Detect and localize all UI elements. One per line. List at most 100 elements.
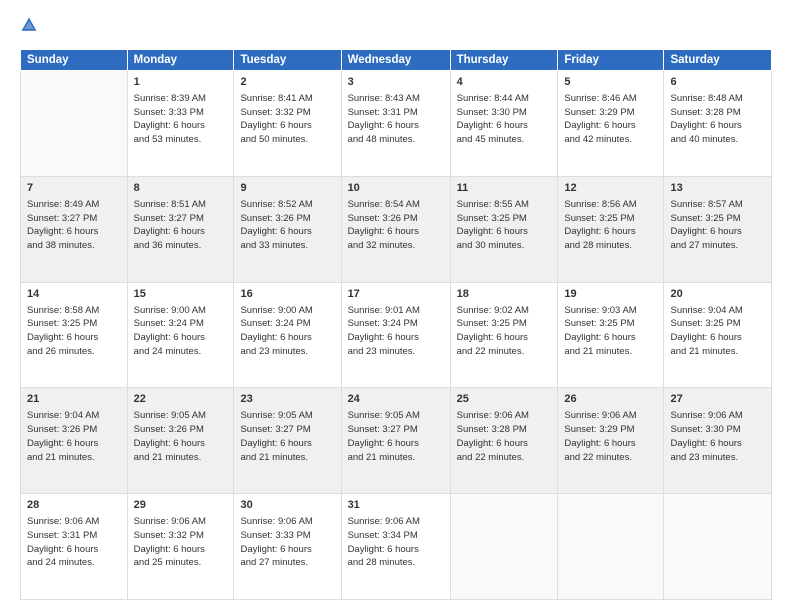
day-info-line: Sunrise: 8:51 AM — [134, 198, 228, 212]
day-info-line: Sunrise: 9:05 AM — [348, 409, 444, 423]
calendar-cell: 28Sunrise: 9:06 AMSunset: 3:31 PMDayligh… — [21, 494, 128, 600]
calendar-cell: 26Sunrise: 9:06 AMSunset: 3:29 PMDayligh… — [558, 388, 664, 494]
calendar-cell: 20Sunrise: 9:04 AMSunset: 3:25 PMDayligh… — [664, 282, 772, 388]
calendar-cell: 29Sunrise: 9:06 AMSunset: 3:32 PMDayligh… — [127, 494, 234, 600]
day-info-line: Sunrise: 9:04 AM — [670, 304, 765, 318]
day-info-line: Daylight: 6 hours — [670, 225, 765, 239]
calendar-cell — [664, 494, 772, 600]
day-number: 9 — [240, 181, 334, 197]
day-info-line: Sunrise: 8:49 AM — [27, 198, 121, 212]
day-info-line: Sunset: 3:25 PM — [670, 317, 765, 331]
day-info-line: Sunrise: 9:06 AM — [134, 515, 228, 529]
calendar-cell: 30Sunrise: 9:06 AMSunset: 3:33 PMDayligh… — [234, 494, 341, 600]
calendar-cell: 14Sunrise: 8:58 AMSunset: 3:25 PMDayligh… — [21, 282, 128, 388]
day-info-line: Daylight: 6 hours — [564, 437, 657, 451]
day-info-line: Sunset: 3:30 PM — [457, 106, 552, 120]
calendar-day-header: Monday — [127, 50, 234, 71]
day-info-line: Sunset: 3:26 PM — [27, 423, 121, 437]
calendar-cell: 22Sunrise: 9:05 AMSunset: 3:26 PMDayligh… — [127, 388, 234, 494]
calendar-cell: 21Sunrise: 9:04 AMSunset: 3:26 PMDayligh… — [21, 388, 128, 494]
day-info-line: and 21 minutes. — [348, 451, 444, 465]
calendar-header-row: SundayMondayTuesdayWednesdayThursdayFrid… — [21, 50, 772, 71]
day-info-line: and 21 minutes. — [670, 345, 765, 359]
day-info-line: and 42 minutes. — [564, 133, 657, 147]
day-info-line: and 38 minutes. — [27, 239, 121, 253]
day-info-line: Sunset: 3:26 PM — [240, 212, 334, 226]
day-info-line: Daylight: 6 hours — [457, 437, 552, 451]
calendar-cell: 6Sunrise: 8:48 AMSunset: 3:28 PMDaylight… — [664, 71, 772, 177]
logo-icon — [20, 16, 38, 34]
day-info-line: Daylight: 6 hours — [134, 225, 228, 239]
day-info-line: Daylight: 6 hours — [564, 331, 657, 345]
day-info-line: and 32 minutes. — [348, 239, 444, 253]
calendar-cell: 1Sunrise: 8:39 AMSunset: 3:33 PMDaylight… — [127, 71, 234, 177]
day-info-line: Daylight: 6 hours — [457, 225, 552, 239]
calendar-cell: 16Sunrise: 9:00 AMSunset: 3:24 PMDayligh… — [234, 282, 341, 388]
calendar-cell: 23Sunrise: 9:05 AMSunset: 3:27 PMDayligh… — [234, 388, 341, 494]
day-number: 27 — [670, 392, 765, 408]
day-info-line: and 21 minutes. — [564, 345, 657, 359]
day-info-line: Sunset: 3:31 PM — [27, 529, 121, 543]
day-info-line: Daylight: 6 hours — [240, 331, 334, 345]
calendar-cell: 12Sunrise: 8:56 AMSunset: 3:25 PMDayligh… — [558, 176, 664, 282]
day-info-line: Daylight: 6 hours — [134, 331, 228, 345]
day-info-line: Sunrise: 9:01 AM — [348, 304, 444, 318]
day-number: 19 — [564, 287, 657, 303]
day-info-line: and 36 minutes. — [134, 239, 228, 253]
day-info-line: Daylight: 6 hours — [348, 119, 444, 133]
day-info-line: Sunrise: 9:00 AM — [134, 304, 228, 318]
calendar-week-row: 14Sunrise: 8:58 AMSunset: 3:25 PMDayligh… — [21, 282, 772, 388]
day-number: 23 — [240, 392, 334, 408]
day-number: 1 — [134, 75, 228, 91]
day-number: 28 — [27, 498, 121, 514]
day-info-line: Sunset: 3:30 PM — [670, 423, 765, 437]
calendar-day-header: Tuesday — [234, 50, 341, 71]
day-number: 5 — [564, 75, 657, 91]
day-number: 21 — [27, 392, 121, 408]
day-info-line: Sunset: 3:25 PM — [27, 317, 121, 331]
day-number: 26 — [564, 392, 657, 408]
calendar-cell: 31Sunrise: 9:06 AMSunset: 3:34 PMDayligh… — [341, 494, 450, 600]
day-info-line: Daylight: 6 hours — [348, 543, 444, 557]
calendar-table: SundayMondayTuesdayWednesdayThursdayFrid… — [20, 49, 772, 600]
day-info-line: Sunset: 3:34 PM — [348, 529, 444, 543]
day-number: 8 — [134, 181, 228, 197]
day-info-line: Daylight: 6 hours — [670, 119, 765, 133]
day-info-line: Sunrise: 8:58 AM — [27, 304, 121, 318]
day-info-line: and 45 minutes. — [457, 133, 552, 147]
calendar-cell: 2Sunrise: 8:41 AMSunset: 3:32 PMDaylight… — [234, 71, 341, 177]
day-info-line: Sunset: 3:25 PM — [457, 317, 552, 331]
day-info-line: and 33 minutes. — [240, 239, 334, 253]
day-number: 20 — [670, 287, 765, 303]
day-info-line: Sunrise: 8:46 AM — [564, 92, 657, 106]
calendar-day-header: Wednesday — [341, 50, 450, 71]
calendar-cell: 10Sunrise: 8:54 AMSunset: 3:26 PMDayligh… — [341, 176, 450, 282]
day-number: 29 — [134, 498, 228, 514]
day-info-line: Sunrise: 9:00 AM — [240, 304, 334, 318]
calendar-cell: 3Sunrise: 8:43 AMSunset: 3:31 PMDaylight… — [341, 71, 450, 177]
day-info-line: Sunrise: 9:02 AM — [457, 304, 552, 318]
day-info-line: Daylight: 6 hours — [348, 437, 444, 451]
day-info-line: Daylight: 6 hours — [27, 437, 121, 451]
day-number: 24 — [348, 392, 444, 408]
day-info-line: and 26 minutes. — [27, 345, 121, 359]
day-info-line: Daylight: 6 hours — [457, 331, 552, 345]
day-info-line: Sunrise: 9:06 AM — [564, 409, 657, 423]
day-info-line: Sunset: 3:28 PM — [457, 423, 552, 437]
day-info-line: Sunset: 3:26 PM — [348, 212, 444, 226]
day-info-line: Daylight: 6 hours — [670, 437, 765, 451]
day-info-line: Sunset: 3:33 PM — [240, 529, 334, 543]
day-number: 2 — [240, 75, 334, 91]
day-info-line: Sunrise: 8:55 AM — [457, 198, 552, 212]
day-info-line: Sunset: 3:28 PM — [670, 106, 765, 120]
day-info-line: Sunset: 3:27 PM — [348, 423, 444, 437]
day-info-line: and 23 minutes. — [240, 345, 334, 359]
day-info-line: Sunrise: 9:06 AM — [670, 409, 765, 423]
day-info-line: Sunrise: 9:05 AM — [240, 409, 334, 423]
calendar-cell: 27Sunrise: 9:06 AMSunset: 3:30 PMDayligh… — [664, 388, 772, 494]
day-number: 11 — [457, 181, 552, 197]
day-info-line: Sunset: 3:24 PM — [134, 317, 228, 331]
day-info-line: and 50 minutes. — [240, 133, 334, 147]
calendar-cell: 17Sunrise: 9:01 AMSunset: 3:24 PMDayligh… — [341, 282, 450, 388]
day-info-line: and 22 minutes. — [564, 451, 657, 465]
